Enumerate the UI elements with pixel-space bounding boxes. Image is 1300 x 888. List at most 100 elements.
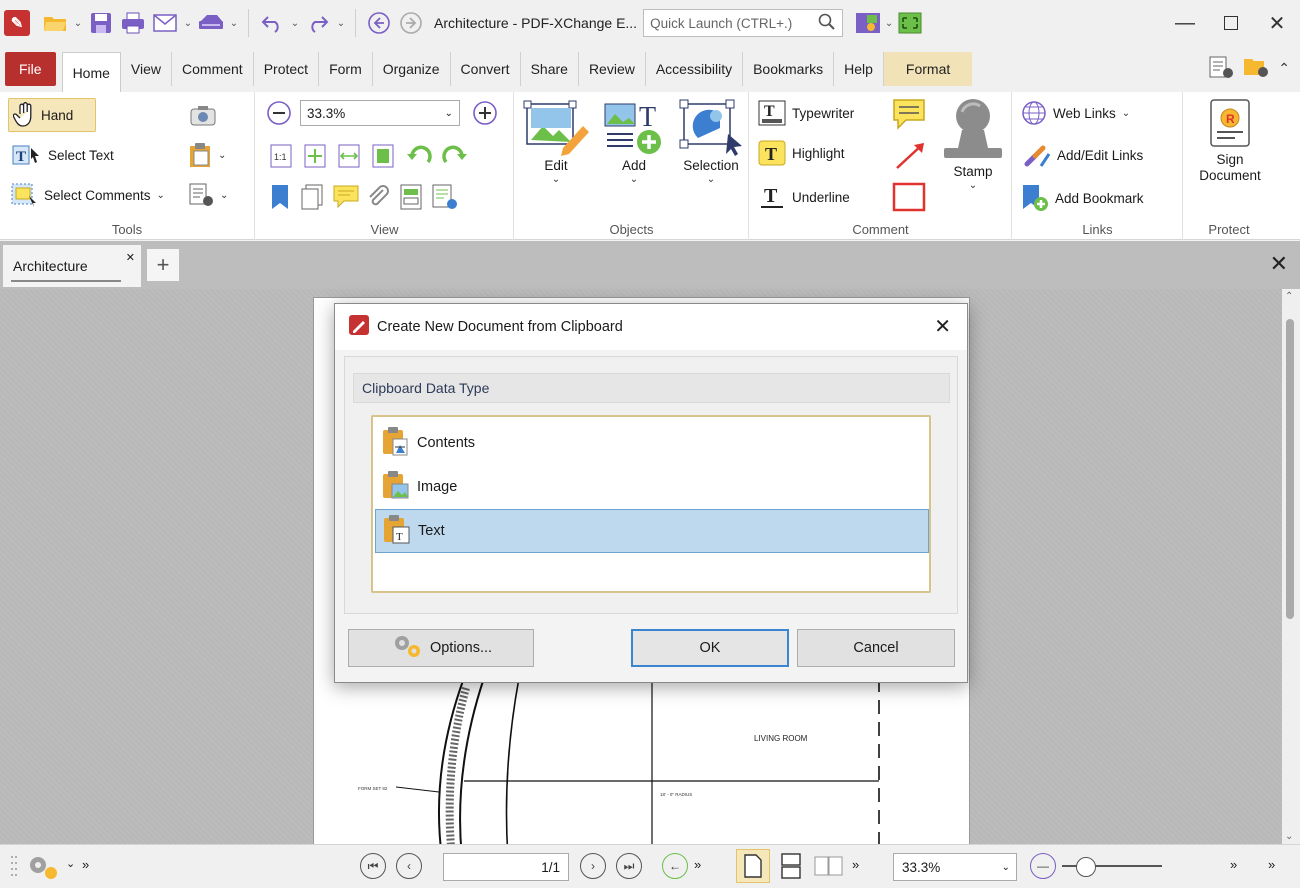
add-objects-button[interactable]: T Add ⌄ <box>599 98 669 185</box>
tab-bookmarks[interactable]: Bookmarks <box>743 52 835 86</box>
clipboard-icon[interactable] <box>188 142 214 168</box>
more-icon[interactable]: » <box>694 857 701 872</box>
fit-visible-icon[interactable] <box>372 144 394 168</box>
new-tab-button[interactable]: + <box>147 249 179 281</box>
scroll-down-icon[interactable]: ⌄ <box>1285 831 1293 842</box>
more-icon[interactable]: » <box>852 857 859 872</box>
thumbnails-pane-icon[interactable] <box>300 184 324 210</box>
tab-help[interactable]: Help <box>834 52 884 86</box>
fields-pane-icon[interactable] <box>400 184 422 210</box>
add-bookmark-button[interactable]: Add Bookmark <box>1021 184 1144 212</box>
attachments-pane-icon[interactable] <box>366 184 390 210</box>
zoom-out-icon[interactable] <box>266 100 292 126</box>
zoom-in-icon[interactable] <box>472 100 498 126</box>
print-icon[interactable] <box>118 8 148 38</box>
back-icon[interactable] <box>364 8 394 38</box>
document-properties-icon[interactable] <box>188 182 216 208</box>
minimize-button[interactable]: — <box>1162 0 1208 46</box>
sticky-note-icon[interactable] <box>892 98 928 130</box>
close-document-button[interactable]: ✕ <box>1270 251 1288 277</box>
edit-objects-button[interactable]: Edit ⌄ <box>521 98 591 185</box>
snapshot-icon[interactable] <box>190 104 216 126</box>
list-item-contents[interactable]: Contents <box>375 421 929 465</box>
maximize-button[interactable] <box>1208 0 1254 46</box>
app-logo-icon[interactable]: ✎ <box>0 6 34 40</box>
collapse-ribbon-icon[interactable]: ⌃ <box>1278 60 1290 77</box>
comments-pane-icon[interactable] <box>332 184 360 208</box>
vertical-scrollbar[interactable]: ⌃ ⌄ <box>1282 289 1300 844</box>
tab-form[interactable]: Form <box>319 52 373 86</box>
tab-protect[interactable]: Protect <box>254 52 320 86</box>
selection-objects-button[interactable]: Selection ⌄ <box>675 98 747 185</box>
undo-icon[interactable] <box>257 8 287 38</box>
continuous-page-icon[interactable] <box>780 853 802 879</box>
more-icon[interactable]: » <box>82 857 89 872</box>
chevron-down-icon[interactable]: ⌄ <box>182 18 194 29</box>
last-page-icon[interactable]: ⏭ <box>616 853 642 879</box>
save-icon[interactable] <box>86 8 116 38</box>
facing-pages-icon[interactable] <box>814 853 844 877</box>
fit-width-icon[interactable] <box>338 144 360 168</box>
tab-review[interactable]: Review <box>579 52 646 86</box>
tab-share[interactable]: Share <box>521 52 579 86</box>
rotate-left-icon[interactable] <box>406 142 434 170</box>
previous-page-icon[interactable]: ‹ <box>396 853 422 879</box>
email-icon[interactable] <box>150 8 180 38</box>
arrow-annotation-icon[interactable] <box>894 140 928 170</box>
forward-icon[interactable] <box>396 8 426 38</box>
scanner-icon[interactable] <box>196 8 226 38</box>
stamp-button[interactable]: Stamp ⌄ <box>938 98 1008 191</box>
data-type-list[interactable]: Contents Image T Text <box>371 415 931 593</box>
chevron-down-icon[interactable]: ⌄ <box>289 18 301 29</box>
tab-format[interactable]: Format <box>883 52 973 86</box>
tab-home[interactable]: Home <box>61 52 121 92</box>
status-zoom-combo[interactable]: 33.3% ⌄ <box>893 853 1017 881</box>
typewriter-button[interactable]: T Typewriter <box>758 100 854 126</box>
zoom-combo[interactable]: 33.3% ⌄ <box>300 100 460 126</box>
next-page-icon[interactable]: › <box>580 853 606 879</box>
underline-button[interactable]: T Underline <box>758 184 850 210</box>
list-item-image[interactable]: Image <box>375 465 929 509</box>
tab-accessibility[interactable]: Accessibility <box>646 52 744 86</box>
highlight-button[interactable]: T Highlight <box>758 140 845 166</box>
chevron-down-icon[interactable]: ⌄ <box>883 18 895 29</box>
cancel-button[interactable]: Cancel <box>797 629 955 667</box>
tab-file[interactable]: File <box>5 52 56 86</box>
page-number-input[interactable]: 1/1 <box>443 853 569 881</box>
select-comments-button[interactable]: Select Comments ⌄ <box>10 182 165 208</box>
close-icon[interactable]: ✕ <box>934 314 951 339</box>
tab-view[interactable]: View <box>121 52 173 86</box>
zoom-out-icon[interactable]: — <box>1030 853 1056 879</box>
chevron-down-icon[interactable]: ⌄ <box>72 18 84 29</box>
chevron-down-icon[interactable]: ⌄ <box>218 150 226 161</box>
close-window-button[interactable]: ✕ <box>1254 0 1300 46</box>
back-icon[interactable]: ← <box>662 853 688 879</box>
web-links-button[interactable]: Web Links ⌄ <box>1021 100 1130 126</box>
rotate-right-icon[interactable] <box>440 142 468 170</box>
first-page-icon[interactable]: ⏮ <box>360 853 386 879</box>
redo-icon[interactable] <box>303 8 333 38</box>
options-button[interactable]: Options... <box>348 629 534 667</box>
search-icon[interactable] <box>812 13 842 34</box>
close-tab-icon[interactable]: ✕ <box>126 251 135 264</box>
document-properties-icon[interactable] <box>1208 55 1236 82</box>
zoom-slider-thumb[interactable] <box>1076 857 1096 877</box>
scrollbar-thumb[interactable] <box>1286 319 1294 619</box>
hand-tool-button[interactable]: Hand <box>8 98 96 132</box>
select-text-button[interactable]: T Select Text <box>12 144 114 166</box>
tab-comment[interactable]: Comment <box>172 52 254 86</box>
fit-page-icon[interactable] <box>304 144 326 168</box>
chevron-down-icon[interactable]: ⌄ <box>335 18 347 29</box>
single-page-icon[interactable] <box>736 849 770 883</box>
tab-convert[interactable]: Convert <box>451 52 521 86</box>
customize-ui-icon[interactable] <box>853 8 883 38</box>
sign-document-button[interactable]: R Sign Document <box>1192 98 1268 184</box>
more-icon[interactable]: » <box>1268 857 1275 872</box>
ok-button[interactable]: OK <box>631 629 789 667</box>
chevron-down-icon[interactable]: ⌄ <box>66 857 75 870</box>
document-tab[interactable]: Architecture ✕ <box>3 245 141 287</box>
bookmarks-pane-icon[interactable] <box>270 184 290 210</box>
scroll-up-icon[interactable]: ⌃ <box>1285 291 1293 302</box>
find-icon[interactable] <box>1242 55 1272 82</box>
open-folder-icon[interactable] <box>40 8 70 38</box>
